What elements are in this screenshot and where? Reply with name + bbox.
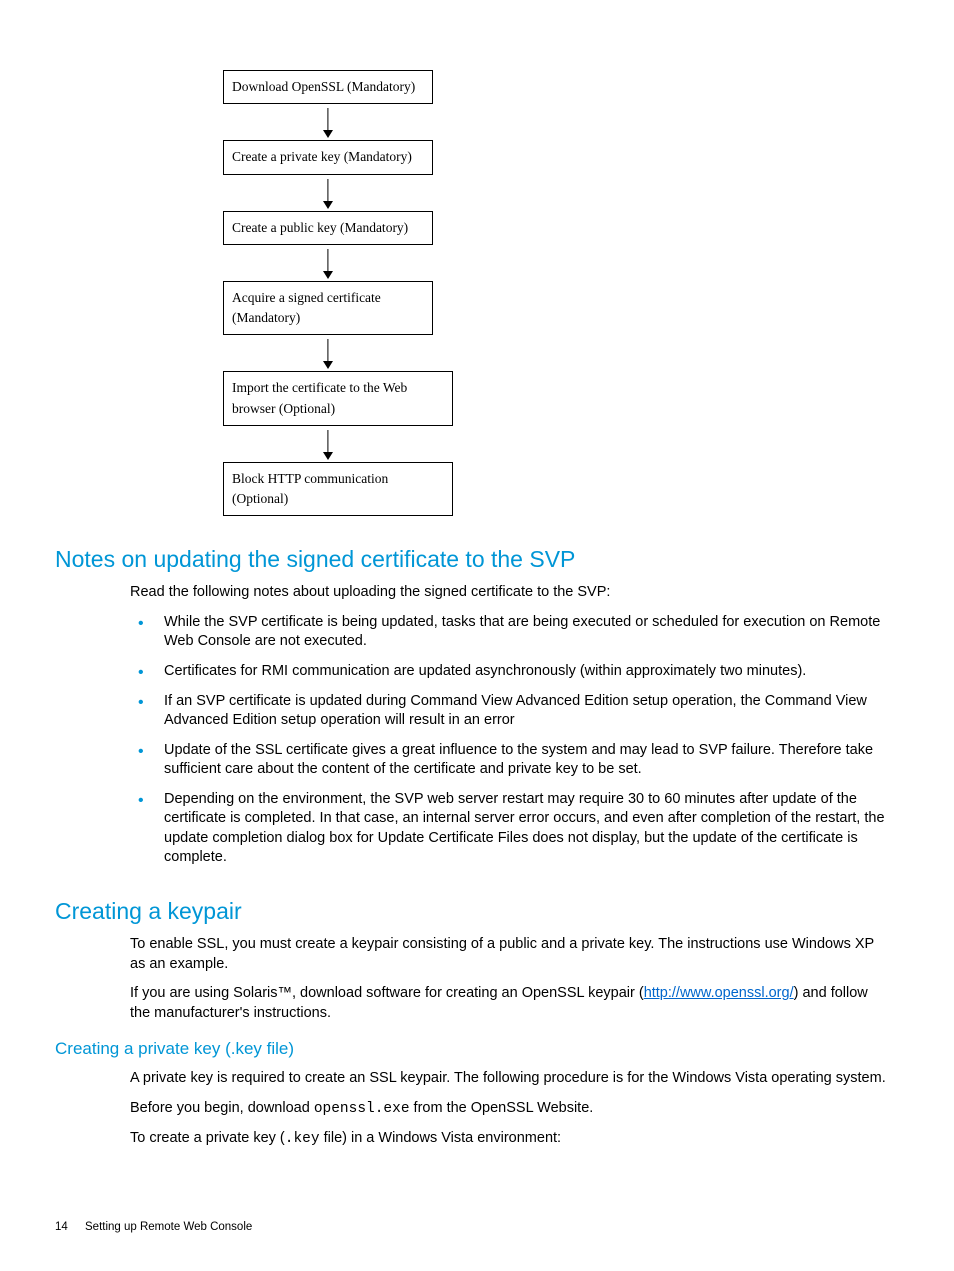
keypair-p2: If you are using Solaris™, download soft… bbox=[130, 984, 889, 1023]
page-number: 14 bbox=[55, 1221, 68, 1233]
flow-step-1: Download OpenSSL (Mandatory) bbox=[223, 70, 433, 104]
heading-private-key: Creating a private key (.key file) bbox=[55, 1039, 899, 1059]
text: To create a private key ( bbox=[130, 1130, 285, 1146]
flow-step-6: Block HTTP communication (Optional) bbox=[223, 462, 453, 517]
flow-step-2: Create a private key (Mandatory) bbox=[223, 140, 433, 174]
arrow-icon bbox=[223, 245, 433, 281]
list-item: If an SVP certificate is updated during … bbox=[130, 692, 889, 731]
arrow-icon bbox=[223, 335, 433, 371]
privkey-p2: Before you begin, download openssl.exe f… bbox=[130, 1099, 889, 1120]
code-text: openssl.exe bbox=[314, 1101, 410, 1117]
heading-keypair: Creating a keypair bbox=[55, 898, 899, 925]
arrow-icon bbox=[223, 175, 433, 211]
text: If you are using Solaris™, download soft… bbox=[130, 985, 644, 1001]
text: Before you begin, download bbox=[130, 1100, 314, 1116]
footer-label: Setting up Remote Web Console bbox=[85, 1221, 252, 1233]
flow-step-3: Create a public key (Mandatory) bbox=[223, 211, 433, 245]
flow-step-5: Import the certificate to the Web browse… bbox=[223, 371, 453, 426]
arrow-icon bbox=[223, 426, 433, 462]
page-footer: 14 Setting up Remote Web Console bbox=[55, 1221, 252, 1233]
privkey-p1: A private key is required to create an S… bbox=[130, 1069, 889, 1089]
privkey-p3: To create a private key (.key file) in a… bbox=[130, 1129, 889, 1150]
openssl-link[interactable]: http://www.openssl.org/ bbox=[644, 985, 794, 1001]
keypair-p1: To enable SSL, you must create a keypair… bbox=[130, 935, 889, 974]
code-text: .key bbox=[285, 1131, 320, 1147]
text: from the OpenSSL Website. bbox=[410, 1100, 594, 1116]
list-item: Depending on the environment, the SVP we… bbox=[130, 790, 889, 868]
heading-notes: Notes on updating the signed certificate… bbox=[55, 546, 899, 573]
list-item: Update of the SSL certificate gives a gr… bbox=[130, 741, 889, 780]
arrow-icon bbox=[223, 104, 433, 140]
notes-intro: Read the following notes about uploading… bbox=[130, 583, 889, 603]
flow-step-4: Acquire a signed certificate (Mandatory) bbox=[223, 281, 433, 336]
list-item: Certificates for RMI communication are u… bbox=[130, 662, 889, 682]
text: file) in a Windows Vista environment: bbox=[320, 1130, 562, 1146]
flowchart: Download OpenSSL (Mandatory) Create a pr… bbox=[223, 70, 478, 516]
notes-list: While the SVP certificate is being updat… bbox=[130, 613, 889, 868]
list-item: While the SVP certificate is being updat… bbox=[130, 613, 889, 652]
